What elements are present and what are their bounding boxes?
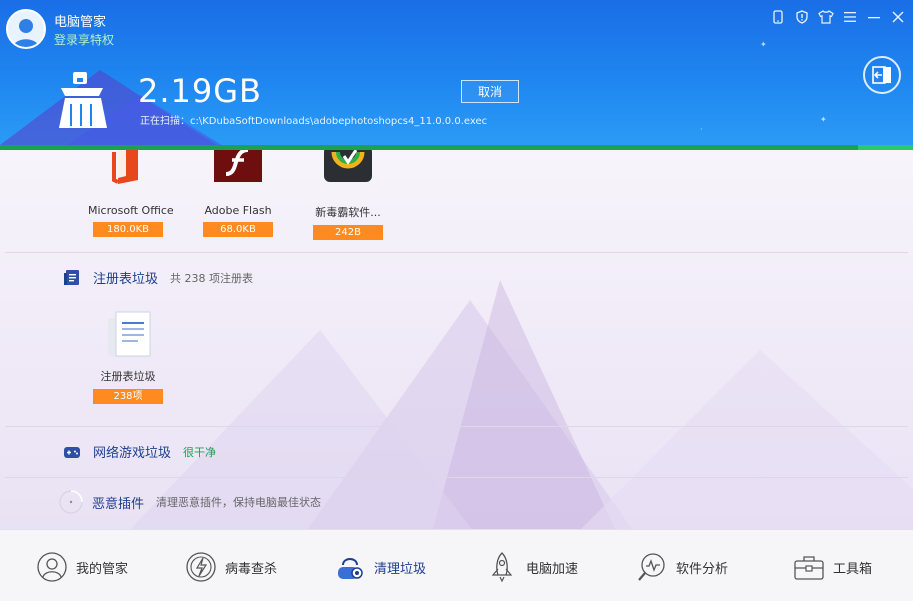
decor-sparkle: ✦: [820, 115, 827, 124]
adobe-flash-icon: [214, 150, 262, 182]
minimize-icon[interactable]: [865, 8, 883, 26]
broom-icon: [59, 72, 107, 128]
section-divider: [5, 477, 908, 478]
size-badge: 180.0KB: [93, 222, 163, 237]
software-item-flash[interactable]: Adobe Flash 68.0KB: [198, 150, 278, 237]
section-description: 清理恶意插件，保持电脑最佳状态: [156, 496, 322, 509]
duba-antivirus-icon: [324, 150, 372, 182]
scanned-size: 2.19GB: [138, 72, 262, 110]
nav-item-clean-junk[interactable]: 清理垃圾: [334, 548, 426, 586]
section-status: 很干净: [183, 445, 217, 459]
bottom-navigation: 我的管家 病毒查杀 清理垃圾 电脑加速 软件分析 工具箱: [0, 529, 913, 601]
software-item-label: Adobe Flash: [204, 204, 272, 217]
login-link[interactable]: 登录享特权: [54, 31, 114, 48]
header-banner: ✦ ✦ · 电脑管家 登录享特权 2.19GB 正在扫描：c:\KDubaSof…: [0, 0, 913, 145]
section-summary: 共 238 项注册表: [170, 271, 254, 285]
nav-label: 工具箱: [833, 561, 873, 577]
decor-sparkle: ·: [700, 125, 703, 134]
software-item-label: Microsoft Office: [88, 204, 174, 217]
rocket-icon: [491, 552, 513, 583]
nav-label: 病毒查杀: [225, 561, 278, 577]
nav-item-speed-up[interactable]: 电脑加速: [486, 548, 578, 586]
app-title: 电脑管家: [54, 15, 107, 30]
nav-item-software-analysis[interactable]: 软件分析: [636, 548, 728, 586]
avatar[interactable]: [6, 9, 46, 49]
nav-label: 软件分析: [676, 561, 729, 577]
size-badge: 242B: [313, 225, 383, 240]
loading-spinner-icon: [59, 490, 83, 514]
nav-label: 电脑加速: [526, 561, 579, 577]
section-divider: [5, 426, 908, 427]
close-icon[interactable]: [889, 8, 907, 26]
registry-icon: [64, 269, 79, 285]
nav-label: 清理垃圾: [374, 561, 427, 577]
plugin-section-header[interactable]: 恶意插件 清理恶意插件，保持电脑最佳状态: [58, 489, 321, 515]
phone-icon[interactable]: [769, 8, 787, 26]
nav-label: 我的管家: [76, 561, 129, 577]
section-title: 网络游戏垃圾: [93, 446, 172, 461]
software-item-office[interactable]: Microsoft Office 180.0KB: [88, 150, 174, 237]
menu-icon[interactable]: [841, 8, 859, 26]
decor-mountain: [560, 350, 913, 529]
software-item-duba[interactable]: 新毒霸软件... 242B: [308, 150, 388, 240]
microsoft-office-icon: [112, 150, 138, 184]
registry-document-icon: [108, 311, 151, 357]
scan-results-panel[interactable]: Microsoft Office 180.0KB Adobe Flash 68.…: [0, 150, 913, 529]
vacuum-cleaner-icon: [338, 558, 363, 579]
registry-junk-item[interactable]: 注册表垃圾 238项: [88, 310, 168, 404]
exit-panel-icon: [872, 66, 891, 84]
size-badge: 68.0KB: [203, 222, 273, 237]
user-avatar-icon: [12, 19, 40, 47]
software-item-label: 新毒霸软件...: [315, 206, 381, 219]
toolbox-icon: [794, 556, 824, 580]
antivirus-icon: [186, 552, 216, 582]
sidebar-toggle-button[interactable]: [863, 56, 901, 94]
skin-shirt-icon[interactable]: [817, 8, 835, 26]
section-title: 恶意插件: [92, 496, 145, 512]
registry-item-label: 注册表垃圾: [100, 370, 156, 383]
shield-icon[interactable]: [793, 8, 811, 26]
registry-section-header[interactable]: 注册表垃圾 共 238 项注册表: [63, 268, 253, 287]
decor-sparkle: ✦: [760, 40, 767, 49]
butler-icon: [37, 552, 67, 582]
gamepad-icon: [64, 446, 80, 458]
window-controls: [769, 8, 907, 26]
analysis-icon: [638, 553, 665, 581]
game-section-header[interactable]: 网络游戏垃圾 很干净: [63, 442, 216, 461]
nav-item-antivirus[interactable]: 病毒查杀: [185, 548, 277, 586]
section-title: 注册表垃圾: [93, 272, 159, 287]
nav-item-toolbox[interactable]: 工具箱: [793, 548, 872, 586]
cancel-button[interactable]: 取消: [461, 80, 519, 103]
section-divider: [5, 252, 908, 253]
scan-path-text: 正在扫描：c:\KDubaSoftDownloads\adobephotosho…: [140, 116, 488, 127]
nav-item-my-butler[interactable]: 我的管家: [36, 548, 128, 586]
count-badge: 238项: [93, 389, 163, 404]
